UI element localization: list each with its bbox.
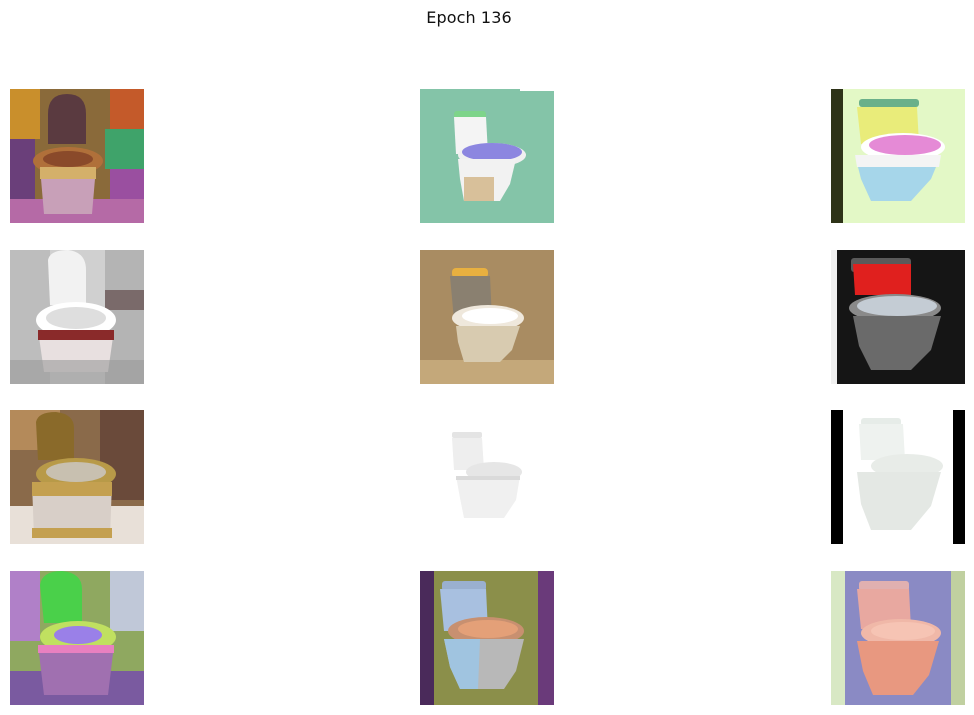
sample-image-r1c3 <box>831 89 965 223</box>
sample-image-r3c2 <box>420 410 554 544</box>
sample-image-r3c1 <box>10 410 144 544</box>
sample-image-r4c1 <box>10 571 144 705</box>
sample-image-r1c2 <box>420 89 554 223</box>
sample-image-r3c3 <box>831 410 965 544</box>
sample-image-r4c2 <box>420 571 554 705</box>
sample-image-r2c2 <box>420 250 554 384</box>
figure-title: Epoch 136 <box>426 8 512 27</box>
sample-image-r4c3 <box>831 571 965 705</box>
sample-image-r2c3 <box>831 250 965 384</box>
sample-image-r1c1 <box>10 89 144 223</box>
sample-image-r2c1 <box>10 250 144 384</box>
